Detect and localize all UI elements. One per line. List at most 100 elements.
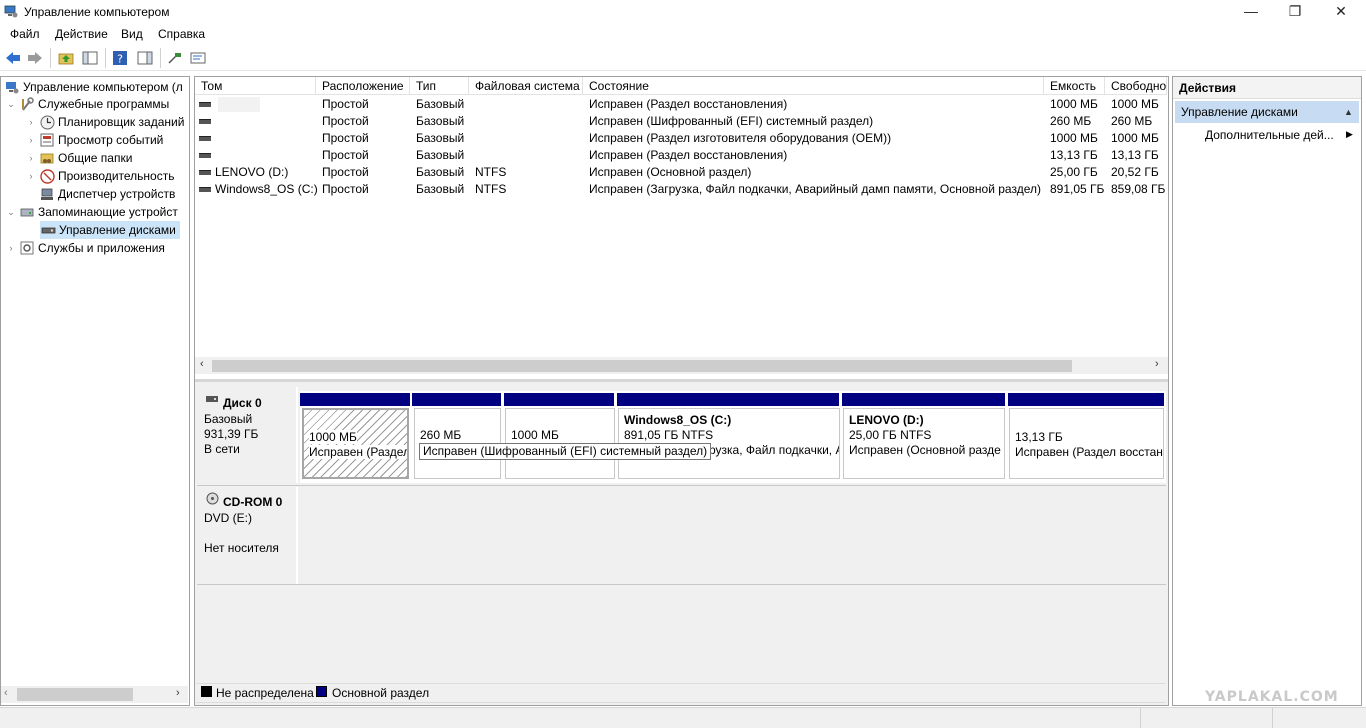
chevron-down-icon[interactable]: ⌄	[6, 207, 16, 218]
tree-item-utilities[interactable]: ⌄ Служебные программы	[6, 95, 169, 113]
tree-scroll-thumb[interactable]	[17, 688, 133, 701]
row-type: Базовый	[416, 97, 465, 111]
column-header-status[interactable]: Состояние	[583, 77, 1044, 95]
menu-help[interactable]: Справка	[158, 27, 205, 41]
show-hide-actions-icon[interactable]	[136, 49, 154, 67]
cd-rom-icon	[206, 492, 219, 505]
tree-item-label: Общие папки	[58, 151, 133, 165]
close-button[interactable]: ✕	[1318, 0, 1364, 22]
partition-recovery-2[interactable]: 13,13 ГБ Исправен (Раздел восстан	[1009, 408, 1164, 479]
actions-more[interactable]: Дополнительные дей...	[1205, 128, 1334, 142]
toolbar-separator	[160, 48, 161, 68]
help-icon[interactable]: ?	[111, 49, 129, 67]
tree-root[interactable]: Управление компьютером (л	[4, 78, 183, 96]
chevron-right-icon[interactable]: ›	[26, 135, 36, 145]
row-layout: Простой	[322, 114, 369, 128]
status-bar	[0, 707, 1366, 728]
menu-action[interactable]: Действие	[55, 27, 108, 41]
cdrom-drive: DVD (E:)	[204, 511, 252, 525]
tree-item-task-scheduler[interactable]: › Планировщик заданий	[26, 113, 184, 131]
disk-management-icon	[40, 222, 56, 238]
tree-item-disk-management[interactable]: Управление дисками	[40, 221, 180, 239]
volume-list-scroll-thumb[interactable]	[212, 360, 1072, 372]
tree-item-storage[interactable]: ⌄ Запоминающие устройст	[6, 203, 178, 221]
back-arrow-icon[interactable]	[4, 49, 22, 67]
tree-item-shared-folders[interactable]: › Общие папки	[26, 149, 133, 167]
tree-item-performance[interactable]: › Производительность	[26, 167, 174, 185]
show-hide-tree-icon[interactable]	[81, 49, 99, 67]
row-free: 1000 МБ	[1111, 97, 1159, 111]
column-header-volume[interactable]: Том	[195, 77, 316, 95]
scroll-right-icon[interactable]: ›	[1155, 358, 1159, 370]
partition-bar	[617, 393, 839, 406]
scroll-left-icon[interactable]: ‹	[4, 687, 8, 699]
disk-0-header[interactable]: Диск 0 Базовый 931,39 ГБ В сети	[197, 387, 298, 483]
row-layout: Простой	[322, 182, 369, 196]
partition-size: 891,05 ГБ NTFS	[624, 428, 714, 442]
partition-status: Исправен (Раздел восстан	[1015, 445, 1163, 459]
row-layout: Простой	[322, 148, 369, 162]
tree-item-device-manager[interactable]: Диспетчер устройств	[26, 185, 175, 203]
row-free: 260 МБ	[1111, 114, 1153, 128]
column-header-layout[interactable]: Расположение	[316, 77, 410, 95]
toolbar-separator	[105, 48, 106, 68]
tools-icon	[19, 96, 35, 112]
divider	[197, 584, 1166, 585]
tree-item-label: Службы и приложения	[38, 241, 165, 255]
minimize-button[interactable]: —	[1228, 0, 1274, 22]
partition-bar	[842, 393, 1005, 406]
disk-0-size: 931,39 ГБ	[204, 427, 259, 441]
row-capacity: 25,00 ГБ	[1050, 165, 1098, 179]
legend-unallocated-label: Не распределена	[216, 686, 314, 700]
column-header-filesystem[interactable]: Файловая система	[469, 77, 583, 95]
row-capacity: 1000 МБ	[1050, 97, 1098, 111]
shared-folder-icon	[39, 150, 55, 166]
row-layout: Простой	[322, 131, 369, 145]
disk-0-status: В сети	[204, 442, 240, 456]
actions-header: Действия	[1173, 77, 1361, 99]
partition-recovery-1[interactable]: 1000 МБ Исправен (Раздел	[302, 408, 409, 479]
computer-management-icon	[4, 79, 20, 95]
disk-0-type: Базовый	[204, 412, 253, 426]
properties-icon[interactable]	[189, 49, 207, 67]
column-header-type[interactable]: Тип	[410, 77, 469, 95]
menu-file[interactable]: Файл	[10, 27, 40, 41]
row-free: 20,52 ГБ	[1111, 165, 1159, 179]
window-title: Управление компьютером	[24, 5, 170, 19]
maximize-button[interactable]: ❐	[1272, 0, 1318, 22]
chevron-right-icon[interactable]: ›	[6, 243, 16, 253]
tree-item-services[interactable]: › Службы и приложения	[6, 239, 165, 257]
collapse-arrow-icon[interactable]: ▲	[1344, 101, 1353, 123]
tree-item-event-viewer[interactable]: › Просмотр событий	[26, 131, 164, 149]
svg-text:?: ?	[117, 53, 123, 66]
chevron-down-icon[interactable]: ⌄	[6, 99, 16, 110]
row-layout: Простой	[322, 97, 369, 111]
row-capacity: 13,13 ГБ	[1050, 148, 1098, 162]
cdrom-name: CD-ROM 0	[223, 495, 283, 509]
cdrom-header[interactable]: CD-ROM 0 DVD (E:) Нет носителя	[197, 487, 298, 584]
scroll-right-icon[interactable]: ›	[176, 687, 180, 699]
performance-icon	[39, 168, 55, 184]
row-type: Базовый	[416, 131, 465, 145]
scroll-left-icon[interactable]: ‹	[200, 358, 204, 370]
redacted-volume-name	[218, 97, 260, 112]
actions-section-label: Управление дисками	[1181, 105, 1298, 119]
column-header-free[interactable]: Свободно	[1105, 77, 1167, 95]
partition-lenovo-d[interactable]: LENOVO (D:) 25,00 ГБ NTFS Исправен (Осно…	[843, 408, 1005, 479]
connect-icon[interactable]	[166, 49, 184, 67]
up-folder-icon[interactable]	[57, 49, 75, 67]
forward-arrow-icon[interactable]	[26, 49, 44, 67]
submenu-arrow-icon[interactable]: ▶	[1346, 129, 1353, 140]
chevron-right-icon[interactable]: ›	[26, 171, 36, 181]
row-status: Исправен (Шифрованный (EFI) системный ра…	[589, 114, 874, 128]
column-header-capacity[interactable]: Емкость	[1044, 77, 1105, 95]
chevron-right-icon[interactable]: ›	[26, 117, 36, 127]
actions-panel	[1172, 76, 1362, 706]
disk-icon	[206, 396, 218, 402]
event-viewer-icon	[39, 132, 55, 148]
menu-view[interactable]: Вид	[121, 27, 143, 41]
row-capacity: 260 МБ	[1050, 114, 1092, 128]
actions-section-disk-management[interactable]: Управление дисками ▲	[1175, 101, 1359, 123]
partition-bar	[300, 393, 410, 406]
chevron-right-icon[interactable]: ›	[26, 153, 36, 163]
